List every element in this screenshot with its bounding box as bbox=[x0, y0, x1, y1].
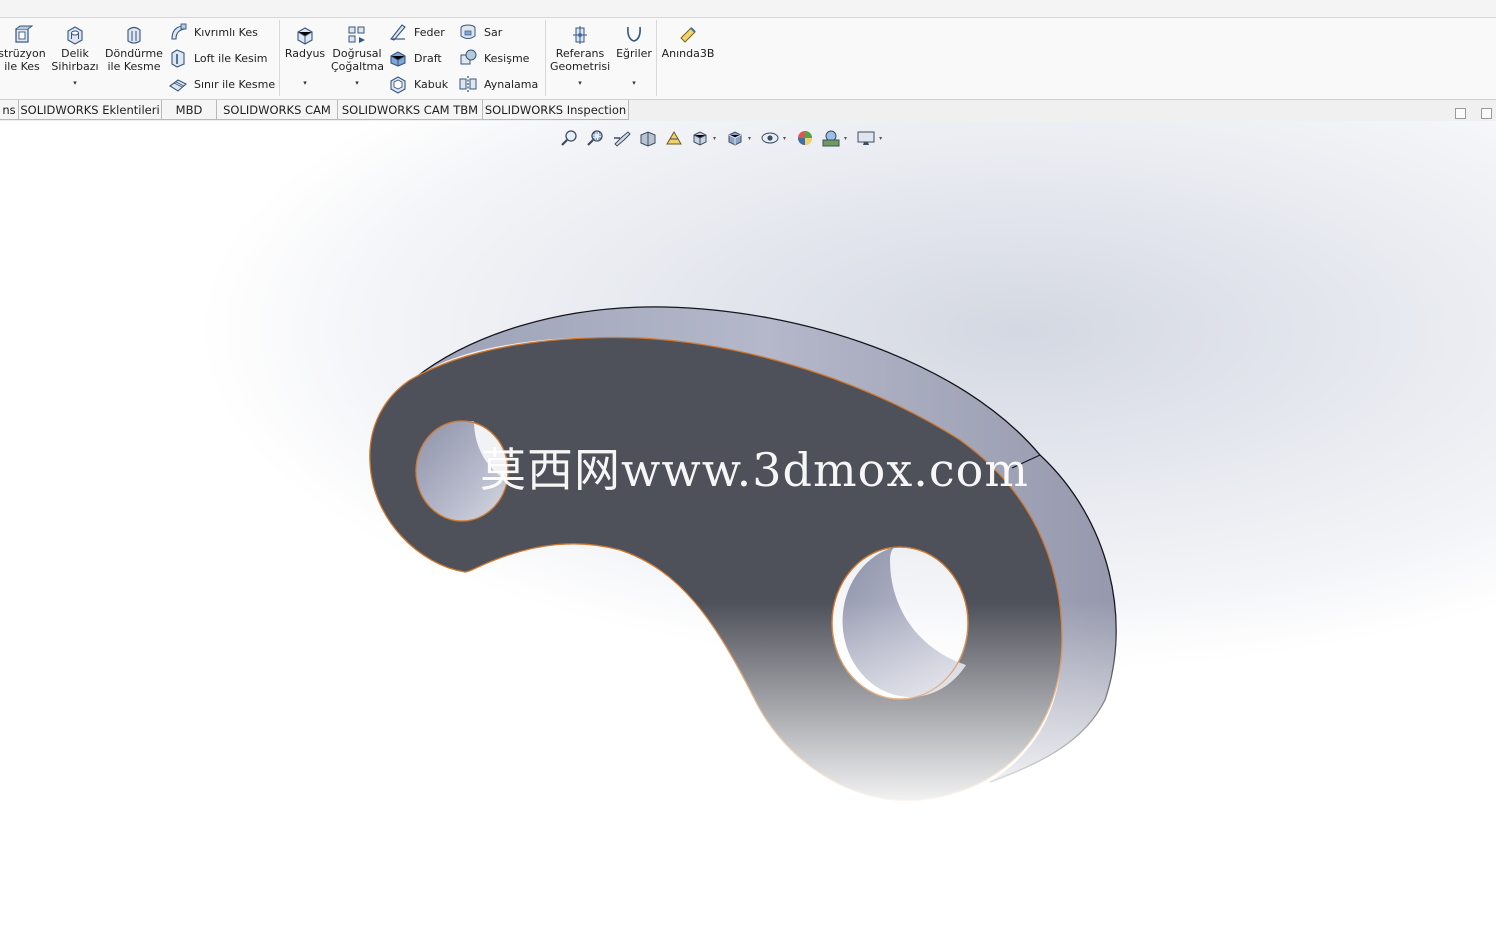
view-orientation-icon[interactable] bbox=[690, 129, 710, 147]
lofted-cut-button[interactable]: Loft ile Kesim bbox=[168, 47, 267, 69]
tab-solidworks-addins[interactable]: SOLIDWORKS Eklentileri bbox=[18, 100, 162, 120]
tab-solidworks-cam[interactable]: SOLIDWORKS CAM bbox=[216, 100, 338, 120]
extrude-cut-icon bbox=[15, 25, 33, 43]
draft-label: Draft bbox=[414, 51, 442, 65]
mirror-icon bbox=[459, 76, 477, 92]
display-style-dropdown[interactable]: ▾ bbox=[748, 135, 751, 142]
view-settings-icon[interactable] bbox=[856, 129, 876, 147]
shell-button[interactable]: Kabuk bbox=[388, 73, 448, 95]
hole-wizard-button[interactable]: Delik Sihirbazı ▾ bbox=[50, 24, 100, 90]
mirror-button[interactable]: Aynalama bbox=[458, 73, 538, 95]
draft-icon bbox=[390, 51, 406, 67]
apply-scene-icon[interactable] bbox=[821, 129, 841, 147]
ribbon-separator bbox=[656, 20, 657, 96]
rib-label: Feder bbox=[414, 25, 445, 39]
cam-link-part-model[interactable] bbox=[0, 121, 1496, 932]
panel-collapse-right-icon[interactable] bbox=[1481, 108, 1492, 119]
watermark-text: 莫西网www.3dmox.com bbox=[480, 443, 1029, 497]
features-ribbon: strüzyon ile Kes Delik Sihirbazı ▾ Döndü… bbox=[0, 18, 1496, 100]
fillet-button[interactable]: Radyus ▾ bbox=[282, 24, 328, 90]
heads-up-view-toolbar: ▾ ▾ ▾ ▾ ▾ bbox=[560, 128, 891, 148]
zoom-to-area-icon[interactable] bbox=[586, 129, 606, 147]
reference-geometry-button[interactable]: Referans Geometrisi ▾ bbox=[550, 24, 610, 90]
title-strip bbox=[0, 0, 1496, 18]
shell-label: Kabuk bbox=[414, 77, 449, 91]
revolve-cut-icon bbox=[127, 26, 141, 44]
reference-geometry-icon bbox=[573, 26, 587, 44]
revolve-cut-label: Döndürme ile Kesme bbox=[105, 47, 163, 73]
ribbon-separator bbox=[279, 20, 280, 96]
wrap-label: Sar bbox=[484, 25, 503, 39]
tab-solidworks-inspection[interactable]: SOLIDWORKS Inspection bbox=[482, 100, 629, 120]
hole-wizard-label: Delik Sihirbazı bbox=[51, 47, 99, 73]
intersect-icon bbox=[460, 49, 477, 65]
view-settings-dropdown[interactable]: ▾ bbox=[879, 135, 882, 142]
ribbon-separator bbox=[545, 20, 546, 96]
swept-cut-label: Kıvrımlı Kes bbox=[194, 25, 258, 39]
linear-pattern-dropdown[interactable]: ▾ bbox=[331, 77, 383, 90]
fillet-icon bbox=[297, 27, 313, 45]
edit-appearance-icon[interactable] bbox=[795, 129, 815, 147]
apply-scene-dropdown[interactable]: ▾ bbox=[844, 135, 847, 142]
boundary-cut-icon bbox=[169, 79, 187, 92]
rib-button[interactable]: Feder bbox=[388, 21, 445, 43]
display-style-icon[interactable] bbox=[725, 129, 745, 147]
extrude-cut-button[interactable]: strüzyon ile Kes bbox=[0, 24, 46, 73]
reference-geometry-label: Referans Geometrisi bbox=[550, 47, 611, 73]
curves-dropdown[interactable]: ▾ bbox=[612, 77, 656, 90]
zoom-to-fit-icon[interactable] bbox=[560, 129, 580, 147]
intersect-label: Kesişme bbox=[484, 51, 530, 65]
intersect-button[interactable]: Kesişme bbox=[458, 47, 529, 69]
instant3d-icon bbox=[680, 27, 696, 43]
fillet-label: Radyus bbox=[284, 47, 326, 60]
view-orientation-dropdown[interactable]: ▾ bbox=[713, 135, 716, 142]
graphics-area[interactable]: 莫西网www.3dmox.com bbox=[0, 121, 1496, 932]
instant3d-label: Anında3B bbox=[661, 47, 715, 60]
tab-mbd[interactable]: MBD bbox=[161, 100, 217, 120]
wrap-icon bbox=[460, 24, 476, 39]
linear-pattern-icon bbox=[348, 26, 365, 43]
revolve-cut-button[interactable]: Döndürme ile Kesme bbox=[104, 24, 164, 73]
hide-show-dropdown[interactable]: ▾ bbox=[783, 135, 786, 142]
curves-label: Eğriler bbox=[616, 47, 652, 60]
instant3d-button[interactable]: Anında3B bbox=[660, 24, 716, 60]
previous-view-icon[interactable] bbox=[612, 129, 632, 147]
fillet-dropdown[interactable]: ▾ bbox=[282, 77, 328, 90]
panel-collapse-left-icon[interactable] bbox=[1455, 108, 1466, 119]
draft-button[interactable]: Draft bbox=[388, 47, 442, 69]
swept-cut-icon bbox=[171, 23, 187, 40]
hide-show-items-icon[interactable] bbox=[760, 129, 780, 147]
dynamic-annotation-icon[interactable] bbox=[664, 129, 684, 147]
linear-pattern-label: Doğrusal Çoğaltma bbox=[331, 47, 384, 73]
tab-solidworks-cam-tbm[interactable]: SOLIDWORKS CAM TBM bbox=[337, 100, 483, 120]
curves-icon bbox=[627, 26, 641, 42]
wrap-button[interactable]: Sar bbox=[458, 21, 502, 43]
lofted-cut-icon bbox=[171, 49, 185, 68]
reference-geometry-dropdown[interactable]: ▾ bbox=[550, 77, 610, 90]
boundary-cut-label: Sınır ile Kesme bbox=[194, 77, 276, 91]
curves-button[interactable]: Eğriler ▾ bbox=[612, 24, 656, 90]
swept-cut-button[interactable]: Kıvrımlı Kes bbox=[168, 21, 258, 43]
rib-icon bbox=[390, 24, 406, 41]
tab-sketch-ink[interactable]: ns bbox=[0, 100, 19, 120]
command-manager-tabs: ns SOLIDWORKS Eklentileri MBD SOLIDWORKS… bbox=[0, 100, 1496, 121]
section-view-icon[interactable] bbox=[638, 129, 658, 147]
linear-pattern-button[interactable]: Doğrusal Çoğaltma ▾ bbox=[331, 24, 384, 90]
shell-icon bbox=[390, 76, 406, 94]
hole-wizard-dropdown[interactable]: ▾ bbox=[50, 77, 100, 90]
hole-wizard-icon bbox=[67, 26, 83, 45]
mirror-label: Aynalama bbox=[484, 77, 539, 91]
lofted-cut-label: Loft ile Kesim bbox=[194, 51, 268, 65]
boundary-cut-button[interactable]: Sınır ile Kesme bbox=[168, 73, 275, 95]
extrude-cut-label: strüzyon ile Kes bbox=[0, 47, 46, 73]
